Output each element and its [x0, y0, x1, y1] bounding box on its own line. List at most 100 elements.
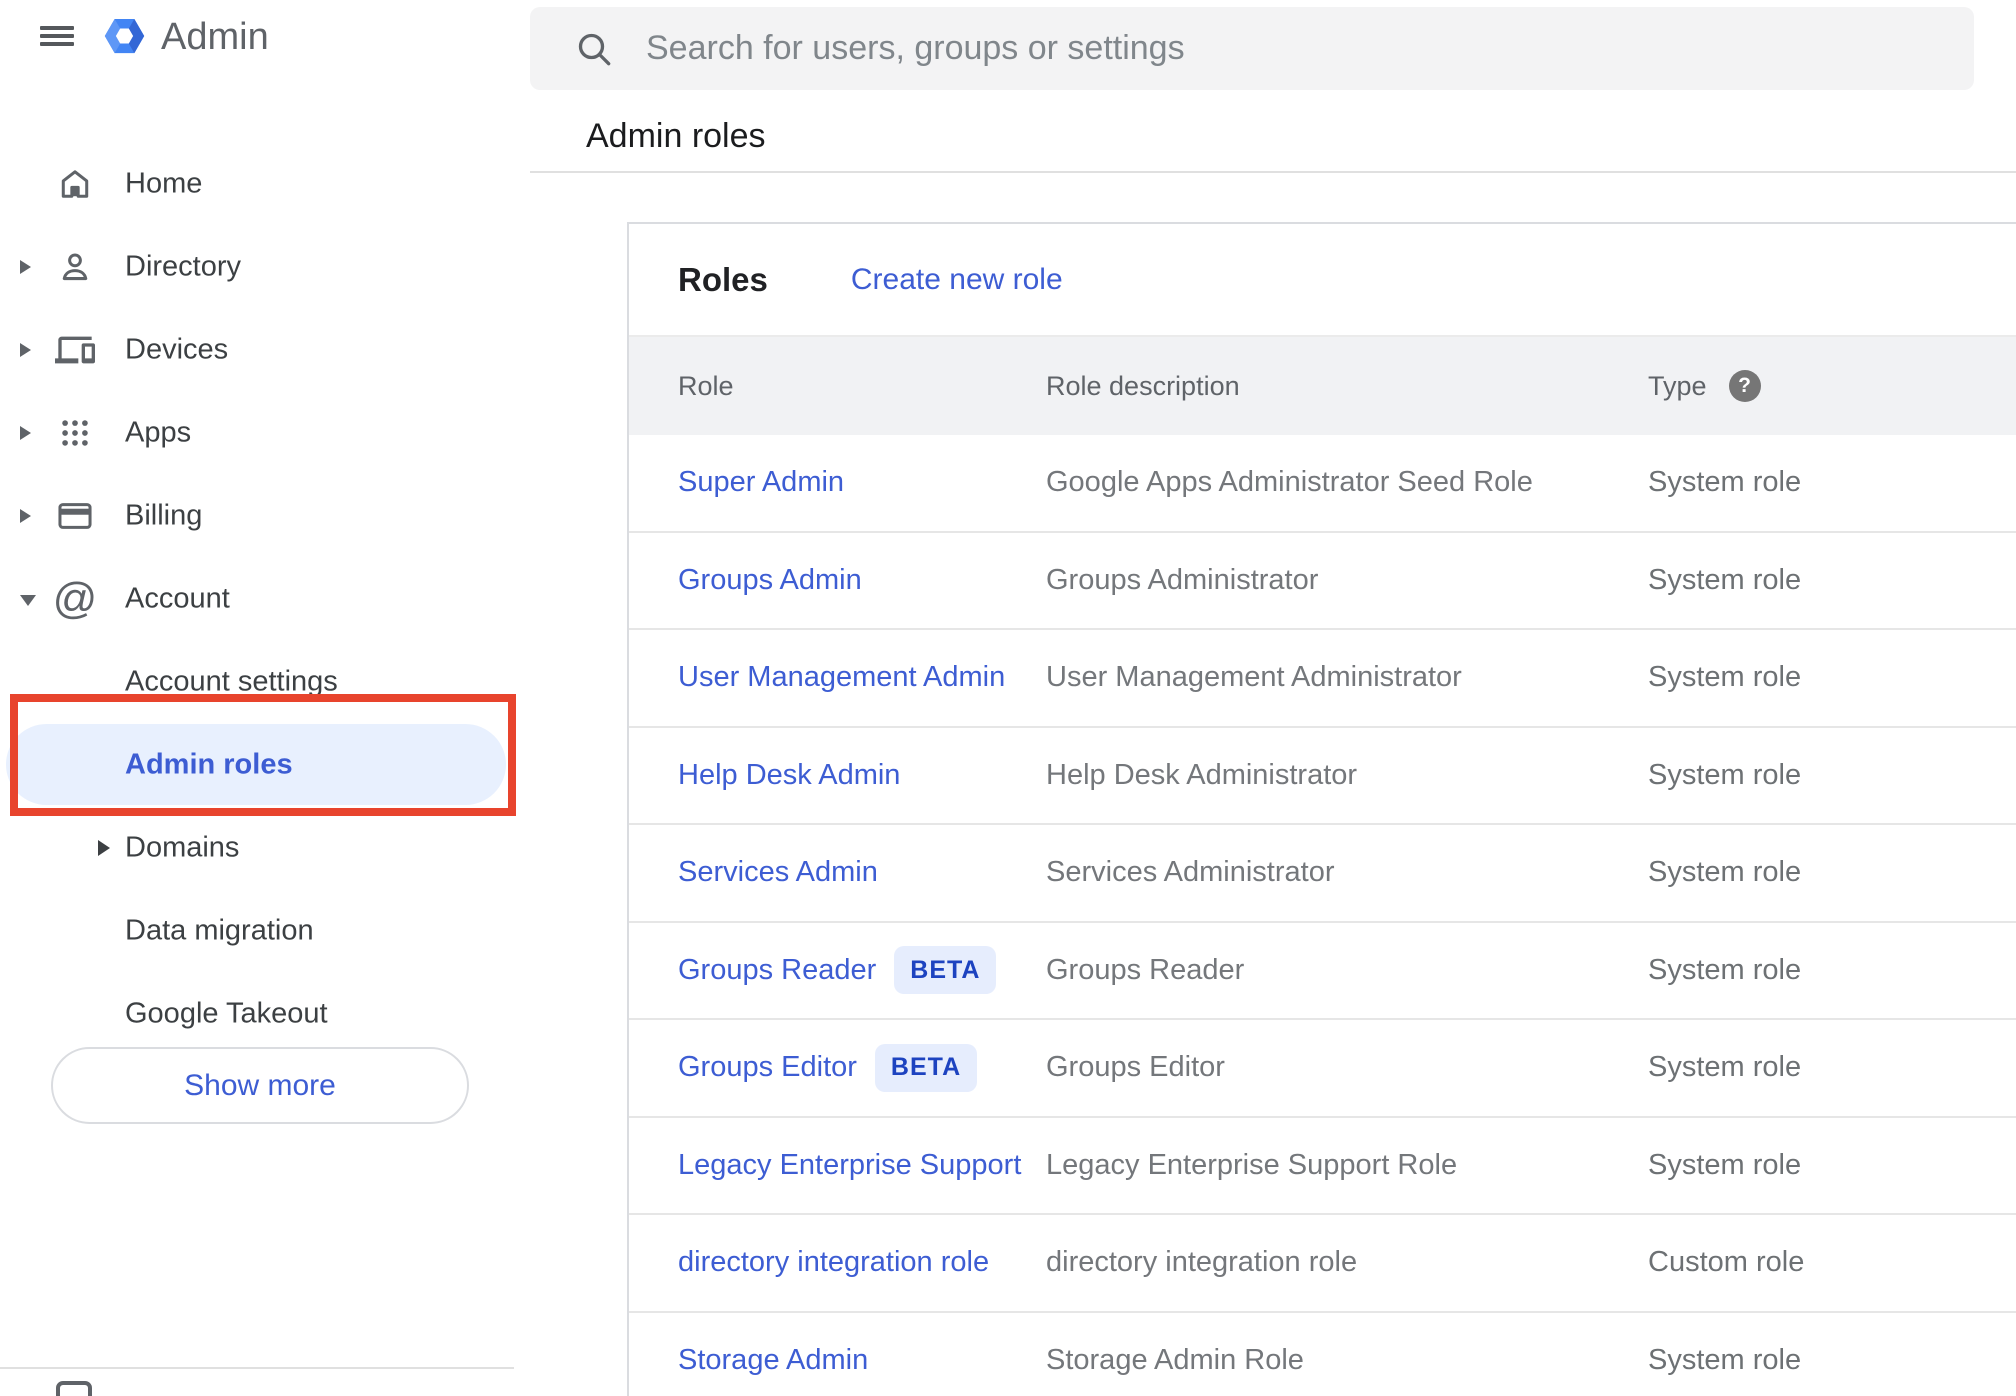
role-type: System role	[1648, 563, 1802, 596]
role-description: Google Apps Administrator Seed Role	[1046, 466, 1533, 499]
search-bar[interactable]	[530, 7, 1974, 90]
sidebar-item-admin-roles[interactable]: Admin roles	[0, 723, 530, 806]
role-description: Groups Editor	[1046, 1051, 1225, 1084]
sidebar-item-devices[interactable]: Devices	[0, 308, 530, 391]
sidebar-item-label: Billing	[125, 499, 203, 531]
table-row: Groups Reader BETA Groups Reader System …	[629, 923, 2016, 1020]
roles-table-body: Super Admin Google Apps Administrator Se…	[629, 435, 2016, 1396]
sidebar-item-label: Devices	[125, 333, 229, 365]
beta-badge: BETA	[894, 946, 997, 995]
sidebar-item-label: Home	[125, 167, 203, 199]
role-link[interactable]: Super Admin	[678, 466, 844, 499]
expand-caret-icon	[20, 342, 31, 357]
role-type: System role	[1648, 1051, 1802, 1084]
role-link[interactable]: Groups Editor	[678, 1051, 857, 1084]
credit-card-icon	[52, 493, 98, 539]
main-content: Admin roles Roles Create new role Role R…	[530, 0, 2016, 1396]
role-description: Groups Reader	[1046, 953, 1245, 986]
expand-caret-icon	[20, 594, 36, 606]
table-row: Super Admin Google Apps Administrator Se…	[629, 435, 2016, 533]
roles-card: Roles Create new role Role Role descript…	[627, 222, 2016, 1396]
sidebar-item-account[interactable]: @ Account	[0, 557, 530, 640]
role-description: directory integration role	[1046, 1246, 1358, 1279]
table-row: directory integration role directory int…	[629, 1215, 2016, 1313]
partial-section-icon	[56, 1381, 92, 1396]
role-link[interactable]: Help Desk Admin	[678, 759, 900, 792]
sidebar-subitem-label: Data migration	[125, 914, 314, 946]
column-header-role: Role	[678, 370, 734, 401]
apps-grid-icon	[52, 410, 98, 456]
sidebar-item-data-migration[interactable]: Data migration	[0, 889, 530, 972]
roles-card-header: Roles Create new role	[629, 224, 2016, 337]
expand-caret-icon	[20, 425, 31, 440]
sidebar-item-home[interactable]: Home	[0, 142, 530, 225]
role-description: Legacy Enterprise Support Role	[1046, 1148, 1458, 1181]
sidebar: Admin Home Directory Devices Apps Billin…	[0, 0, 530, 1396]
role-link[interactable]: User Management Admin	[678, 661, 1005, 694]
role-link[interactable]: Services Admin	[678, 856, 878, 889]
role-type: System role	[1648, 856, 1802, 889]
expand-caret-icon	[20, 259, 31, 274]
role-link[interactable]: Groups Reader	[678, 954, 876, 987]
sidebar-subitem-label: Admin roles	[125, 748, 293, 780]
role-description: User Management Administrator	[1046, 661, 1462, 694]
role-type: System role	[1648, 1343, 1802, 1376]
breadcrumb: Admin roles	[586, 117, 766, 155]
admin-logo-icon	[102, 13, 147, 59]
table-row: User Management Admin User Management Ad…	[629, 630, 2016, 728]
home-icon	[52, 161, 98, 207]
sidebar-divider	[0, 1367, 514, 1369]
search-input[interactable]	[646, 7, 1946, 90]
role-link[interactable]: Storage Admin	[678, 1344, 868, 1377]
show-more-button[interactable]: Show more	[51, 1047, 469, 1124]
column-header-type: Type ?	[1648, 370, 2016, 402]
role-type: Custom role	[1648, 1246, 1805, 1279]
table-header-row: Role Role description Type ?	[629, 337, 2016, 435]
role-description: Help Desk Administrator	[1046, 758, 1358, 791]
menu-icon[interactable]	[40, 26, 74, 46]
role-type: System role	[1648, 953, 1802, 986]
table-row: Groups Admin Groups Administrator System…	[629, 533, 2016, 630]
sidebar-subitem-label: Account settings	[125, 665, 338, 697]
table-row: Services Admin Services Administrator Sy…	[629, 825, 2016, 923]
role-type: System role	[1648, 466, 1802, 499]
sidebar-item-google-takeout[interactable]: Google Takeout	[0, 972, 530, 1055]
expand-caret-icon	[98, 839, 110, 856]
admin-logo-text: Admin	[161, 16, 269, 58]
sidebar-nav: Home Directory Devices Apps Billing @ Ac…	[0, 142, 530, 1055]
sidebar-item-domains[interactable]: Domains	[0, 806, 530, 889]
table-row: Groups Editor BETA Groups Editor System …	[629, 1020, 2016, 1118]
expand-caret-icon	[20, 508, 31, 523]
sidebar-item-label: Account	[125, 582, 230, 614]
sidebar-item-directory[interactable]: Directory	[0, 225, 530, 308]
at-sign-icon: @	[52, 573, 98, 623]
sidebar-item-apps[interactable]: Apps	[0, 391, 530, 474]
beta-badge: BETA	[874, 1043, 978, 1092]
create-new-role-link[interactable]: Create new role	[851, 263, 1063, 297]
sidebar-header: Admin	[0, 0, 530, 90]
sidebar-item-label: Apps	[125, 416, 192, 448]
table-row: Storage Admin Storage Admin Role System …	[629, 1313, 2016, 1396]
role-link[interactable]: Groups Admin	[678, 564, 862, 597]
person-icon	[52, 244, 98, 290]
role-description: Groups Administrator	[1046, 563, 1319, 596]
role-type: System role	[1648, 1148, 1802, 1181]
role-link[interactable]: directory integration role	[678, 1246, 989, 1279]
role-description: Storage Admin Role	[1046, 1343, 1304, 1376]
table-row: Help Desk Admin Help Desk Administrator …	[629, 728, 2016, 825]
roles-title: Roles	[678, 260, 768, 298]
sidebar-subitem-label: Domains	[125, 831, 240, 863]
sidebar-item-label: Directory	[125, 250, 242, 282]
devices-icon	[52, 327, 98, 373]
search-icon	[578, 33, 611, 66]
role-type: System role	[1648, 758, 1802, 791]
help-icon[interactable]: ?	[1728, 370, 1761, 402]
role-link[interactable]: Legacy Enterprise Support	[678, 1149, 1021, 1182]
header-divider	[530, 171, 2016, 173]
column-header-description: Role description	[1046, 370, 1240, 401]
sidebar-item-billing[interactable]: Billing	[0, 474, 530, 557]
sidebar-item-account-settings[interactable]: Account settings	[0, 640, 530, 723]
table-row: Legacy Enterprise Support Legacy Enterpr…	[629, 1118, 2016, 1215]
role-type: System role	[1648, 661, 1802, 694]
role-description: Services Administrator	[1046, 856, 1335, 889]
